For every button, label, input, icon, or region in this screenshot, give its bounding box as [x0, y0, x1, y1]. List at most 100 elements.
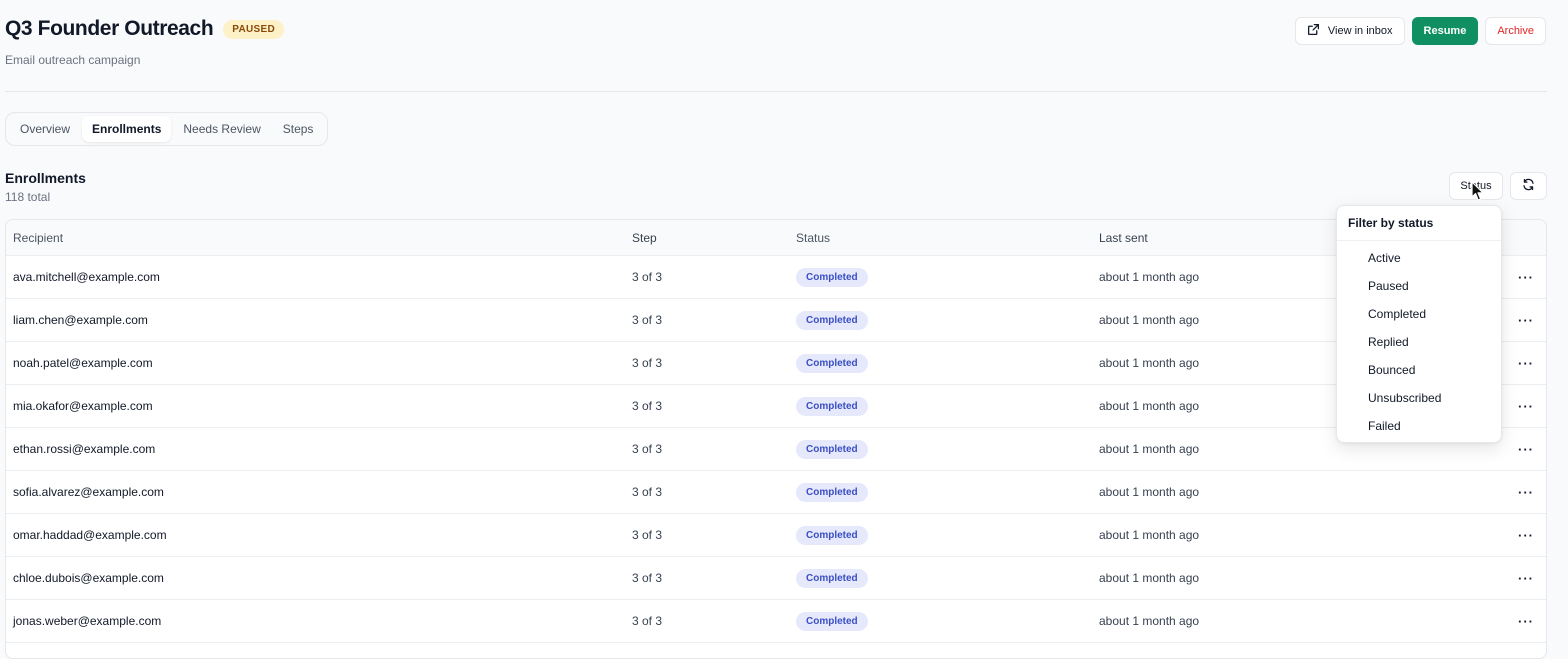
refresh-icon: [1522, 178, 1535, 194]
step-cell: 3 of 3: [632, 614, 663, 628]
step-cell: 3 of 3: [632, 442, 663, 456]
table-row[interactable]: ethan.rossi@example.com 3 of 3 Completed ab…: [6, 428, 1546, 471]
tab-bar: Overview Enrollments Needs Review Steps: [5, 112, 329, 146]
status-option-replied[interactable]: Replied: [1337, 328, 1501, 356]
last-sent-cell: about 1 month ago: [1099, 485, 1200, 499]
status-pill: Completed: [796, 568, 868, 588]
step-cell: 3 of 3: [632, 571, 663, 585]
recipient-cell: sofia.alvarez@example.com: [13, 471, 164, 513]
status-cell: Completed: [796, 385, 868, 427]
table-row[interactable]: sofia.alvarez@example.com 3 of 3 Completed…: [6, 471, 1546, 514]
recipient-email: ava.mitchell@example.com: [13, 270, 160, 284]
recipient-cell: jonas.weber@example.com: [13, 600, 161, 642]
more-horizontal-icon[interactable]: ···: [1518, 485, 1534, 500]
last-sent-cell: about 1 month ago: [1099, 313, 1200, 327]
recipient-cell: mia.okafor@example.com: [13, 385, 153, 427]
recipient-cell: noah.patel@example.com: [13, 342, 153, 384]
status-filter-menu: Filter by status Active Paused Completed Re…: [1336, 205, 1502, 443]
title-row: Q3 Founder Outreach PAUSED: [5, 17, 284, 41]
more-horizontal-icon[interactable]: ···: [1518, 356, 1534, 371]
status-pill: Completed: [796, 439, 868, 459]
status-pill: Completed: [796, 611, 868, 631]
status-option-paused[interactable]: Paused: [1337, 272, 1501, 300]
last-sent-cell: about 1 month ago: [1099, 270, 1200, 284]
table-row[interactable]: noah.patel@example.com 3 of 3 Completed abo…: [6, 342, 1546, 385]
recipient-email: ethan.rossi@example.com: [13, 442, 156, 456]
table-row[interactable]: chloe.dubois@example.com 3 of 3 Completed a…: [6, 557, 1546, 600]
status-pill: Completed: [796, 353, 868, 373]
tab-needs-review[interactable]: Needs Review: [173, 116, 270, 142]
row-actions-cell: ···: [1518, 471, 1534, 513]
recipient-email: jonas.weber@example.com: [13, 614, 162, 628]
resume-button[interactable]: Resume: [1411, 17, 1479, 45]
tab-steps[interactable]: Steps: [273, 116, 324, 142]
row-actions-cell: ···: [1518, 600, 1534, 642]
page-subtitle: Email outreach campaign: [5, 53, 141, 67]
archive-button[interactable]: Archive: [1485, 17, 1546, 45]
more-horizontal-icon[interactable]: ···: [1518, 528, 1534, 543]
row-actions-cell: ···: [1518, 557, 1534, 599]
status-option-unsubscribed[interactable]: Unsubscribed: [1337, 384, 1501, 412]
more-horizontal-icon[interactable]: ···: [1518, 313, 1534, 328]
row-actions-cell: ···: [1518, 256, 1534, 298]
refresh-button[interactable]: [1510, 172, 1547, 200]
enrollment-count: 118 total: [5, 190, 51, 204]
status-cell: Completed: [796, 299, 868, 341]
tab-overview[interactable]: Overview: [10, 116, 80, 142]
more-horizontal-icon[interactable]: ···: [1518, 442, 1534, 457]
row-actions-cell: ···: [1518, 428, 1534, 470]
more-horizontal-icon[interactable]: ···: [1518, 399, 1534, 414]
section-title: Enrollments: [5, 170, 86, 186]
recipient-email: noah.patel@example.com: [13, 356, 153, 370]
recipient-email: mia.okafor@example.com: [13, 399, 153, 413]
table-row[interactable]: omar.haddad@example.com 3 of 3 Completed ab…: [6, 514, 1546, 557]
status-option-bounced[interactable]: Bounced: [1337, 356, 1501, 384]
recipient-cell: liam.chen@example.com: [13, 299, 148, 341]
recipient-email: chloe.dubois@example.com: [13, 571, 164, 585]
row-actions-cell: ···: [1518, 342, 1534, 384]
recipient-email: liam.chen@example.com: [13, 313, 148, 327]
status-cell: Completed: [796, 514, 868, 556]
status-option-completed[interactable]: Completed: [1337, 300, 1501, 328]
view-in-inbox-label: View in inbox: [1327, 25, 1393, 37]
status-filter-menu-title: Filter by status: [1348, 216, 1434, 230]
status-cell: Completed: [796, 256, 868, 298]
step-cell: 3 of 3: [632, 270, 663, 284]
recipient-cell: ava.mitchell@example.com: [13, 256, 160, 298]
status-cell: Completed: [796, 471, 868, 513]
last-sent-cell: about 1 month ago: [1099, 399, 1200, 413]
menu-divider: [1337, 240, 1501, 241]
tab-enrollments[interactable]: Enrollments: [82, 116, 172, 142]
last-sent-cell: about 1 month ago: [1099, 614, 1200, 628]
status-option-active[interactable]: Active: [1337, 244, 1501, 272]
view-in-inbox-button[interactable]: View in inbox: [1294, 17, 1405, 45]
table-row[interactable]: mia.okafor@example.com 3 of 3 Completed abo…: [6, 385, 1546, 428]
table-row[interactable]: liam.chen@example.com 3 of 3 Completed abou…: [6, 299, 1546, 342]
more-horizontal-icon[interactable]: ···: [1518, 571, 1534, 586]
more-horizontal-icon[interactable]: ···: [1518, 270, 1534, 285]
status-option-failed[interactable]: Failed: [1337, 412, 1501, 440]
column-header-recipient: Recipient: [13, 230, 64, 245]
recipient-email: omar.haddad@example.com: [13, 528, 167, 542]
step-cell: 3 of 3: [632, 485, 663, 499]
status-pill: Completed: [796, 482, 868, 502]
external-link-icon: [1307, 23, 1320, 39]
last-sent-cell: about 1 month ago: [1099, 356, 1200, 370]
header-actions: View in inbox Resume Archive: [1294, 17, 1546, 45]
mouse-pointer-icon: [1471, 181, 1485, 207]
table-row[interactable]: jonas.weber@example.com 3 of 3 Completed ab…: [6, 600, 1546, 643]
step-cell: 3 of 3: [632, 356, 663, 370]
last-sent-cell: about 1 month ago: [1099, 442, 1200, 456]
row-actions-cell: ···: [1518, 385, 1534, 427]
last-sent-cell: about 1 month ago: [1099, 528, 1200, 542]
table-row[interactable]: ava.mitchell@example.com 3 of 3 Completed a…: [6, 256, 1546, 299]
status-pill: Completed: [796, 396, 868, 416]
recipient-cell: omar.haddad@example.com: [13, 514, 167, 556]
status-badge: PAUSED: [223, 19, 284, 39]
more-horizontal-icon[interactable]: ···: [1518, 614, 1534, 629]
table-header-row: Recipient Step Status Last sent: [6, 220, 1546, 256]
enrollments-table: Recipient Step Status Last sent ava.mitc…: [5, 219, 1547, 659]
status-cell: Completed: [796, 342, 868, 384]
page-title: Q3 Founder Outreach: [5, 17, 214, 40]
status-pill: Completed: [796, 310, 868, 330]
